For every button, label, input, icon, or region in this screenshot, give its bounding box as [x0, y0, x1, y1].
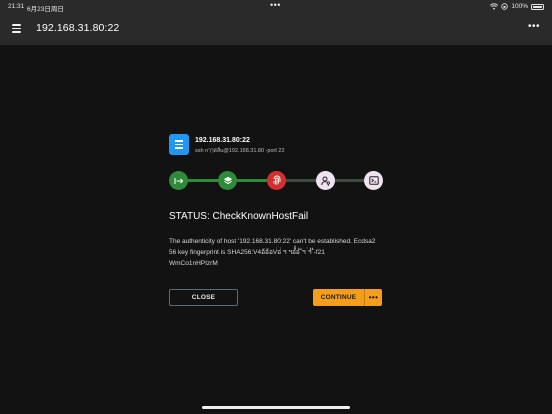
terminal-icon — [364, 171, 383, 190]
page-title: 192.168.31.80:22 — [36, 22, 120, 34]
status-date: 6月23日周日 — [27, 6, 64, 13]
battery-icon — [531, 3, 544, 10]
status-message: The authenticity of host '192.168.31.80:… — [169, 236, 385, 269]
host-info: 192.168.31.80:22 ssh nๅๅสส้u@192.168.31.… — [169, 134, 384, 158]
close-button[interactable]: CLOSE — [169, 289, 238, 306]
fingerprint-icon — [267, 171, 286, 190]
multitasking-dots[interactable]: ••• — [270, 0, 281, 10]
connection-progress — [169, 171, 384, 191]
app-bar: 192.168.31.80:22 ••• — [0, 13, 552, 45]
wifi-icon — [490, 3, 499, 10]
host-name: 192.168.31.80:22 — [195, 137, 250, 144]
host-command: ssh nๅๅสส้u@192.168.31.80 -port 22 — [195, 148, 285, 154]
connect-arrow-icon — [169, 171, 188, 190]
system-status-bar: 21:31 6月23日周日 ••• 100% — [0, 0, 552, 13]
hamburger-menu-icon[interactable] — [12, 23, 22, 33]
message-line: The authenticity of host '192.168.31.80:… — [169, 238, 376, 245]
message-line: WmCo1nHPIzrM — [169, 260, 218, 267]
user-key-icon — [316, 171, 335, 190]
continue-options-button[interactable]: ••• — [364, 289, 382, 306]
server-list-icon — [169, 134, 189, 155]
more-options-icon[interactable]: ••• — [528, 21, 540, 32]
screen-lock-icon — [501, 3, 509, 10]
app-screen: 21:31 6月23日周日 ••• 100% 192.168.31.80:22 … — [0, 0, 552, 414]
message-line: 56 key fingerprint is SHA256:V4อ้อ้อV่อ่… — [169, 249, 325, 256]
status-right-group: 100% — [490, 3, 544, 10]
continue-button[interactable]: CONTINUE — [313, 289, 364, 306]
battery-percent: 100% — [511, 3, 528, 10]
status-time: 21:31 — [8, 3, 25, 10]
status-title: STATUS: CheckKnownHostFail — [169, 211, 309, 222]
network-layers-icon — [218, 171, 237, 190]
home-indicator[interactable] — [202, 406, 350, 409]
